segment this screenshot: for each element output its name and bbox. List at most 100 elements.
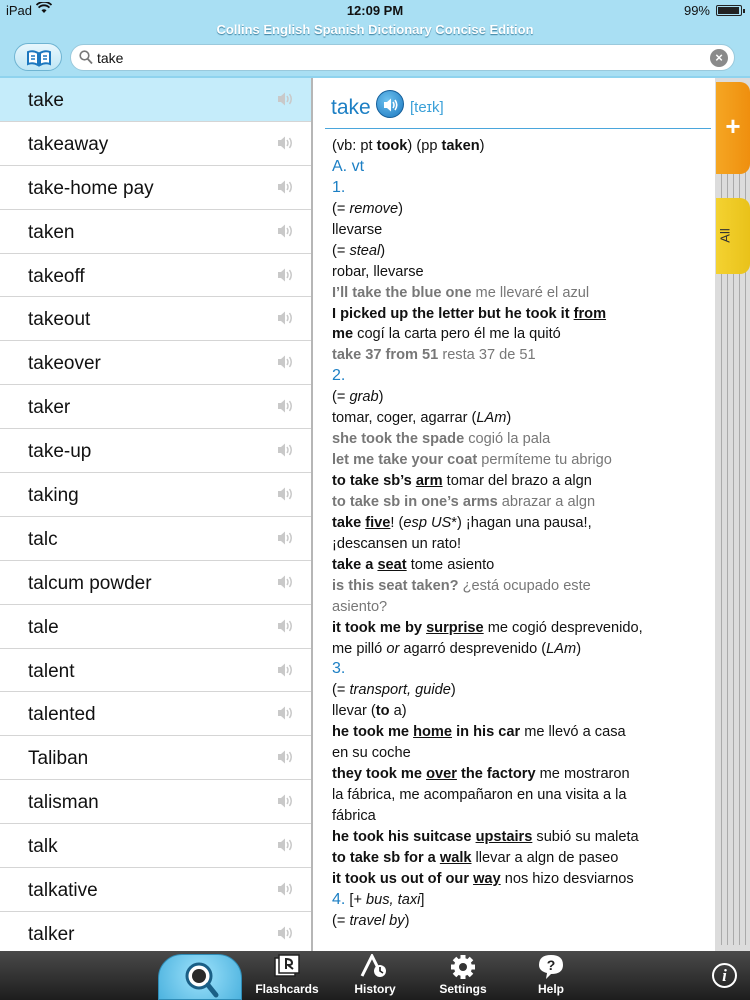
list-item-word: talent — [28, 660, 75, 682]
cross-reference-link[interactable]: upstairs — [476, 829, 533, 845]
lookup-tab[interactable] — [158, 954, 242, 1000]
cross-reference-link[interactable]: home — [413, 724, 452, 740]
list-item[interactable]: talk — [0, 824, 311, 869]
speaker-icon[interactable] — [277, 925, 295, 946]
cross-reference-link[interactable]: 4. — [332, 891, 345, 908]
tab-settings[interactable]: Settings — [418, 954, 508, 998]
speaker-icon[interactable] — [277, 398, 295, 419]
speaker-icon[interactable] — [277, 881, 295, 902]
entry-line: fábrica — [332, 806, 710, 827]
speaker-icon[interactable] — [277, 574, 295, 595]
cross-reference-link[interactable]: 1. — [332, 179, 345, 196]
list-item[interactable]: talent — [0, 649, 311, 693]
search-field[interactable]: × — [70, 44, 735, 71]
list-item[interactable]: takeaway — [0, 122, 311, 166]
example-text: cogió la pala — [464, 431, 551, 448]
cross-reference-link[interactable]: 3. — [332, 660, 345, 677]
cross-reference-link[interactable]: seat — [377, 557, 406, 573]
dictionary-icon — [27, 50, 51, 67]
list-item[interactable]: taken — [0, 210, 311, 254]
speaker-icon[interactable] — [277, 354, 295, 375]
list-item[interactable]: tale — [0, 605, 311, 649]
list-item[interactable]: Taliban — [0, 736, 311, 781]
entry-line: it took us out of our way nos hizo desvi… — [332, 869, 710, 890]
entry-text: [+ — [345, 891, 367, 908]
example-text: is this seat taken? — [332, 577, 459, 594]
tab-history[interactable]: History — [330, 954, 420, 998]
list-item[interactable]: take — [0, 78, 311, 122]
language-toggle-button[interactable] — [14, 43, 62, 71]
tab-history-label: History — [354, 982, 396, 996]
search-input[interactable] — [97, 48, 697, 68]
list-item[interactable]: takeover — [0, 341, 311, 386]
list-item[interactable]: take-up — [0, 429, 311, 474]
cross-reference-link[interactable]: 2. — [332, 367, 345, 384]
list-item[interactable]: talker — [0, 912, 311, 951]
tab-help[interactable]: ? Help — [506, 954, 596, 998]
speaker-icon[interactable] — [277, 837, 295, 858]
history-icon — [360, 954, 386, 977]
entry-line: me pilló or agarró desprevenido (LAm) — [332, 639, 710, 660]
info-button[interactable]: i — [712, 963, 737, 988]
list-item[interactable]: talcum powder — [0, 561, 311, 605]
speaker-icon[interactable] — [277, 91, 295, 112]
entry-text: (= — [332, 242, 350, 259]
cross-reference-link[interactable]: A. vt — [332, 158, 364, 175]
list-item-word: talcum powder — [28, 572, 152, 594]
list-item-word: taken — [28, 221, 75, 243]
entry-line: she took the spade cogió la pala — [332, 429, 710, 450]
speaker-icon[interactable] — [277, 530, 295, 551]
entry-text: (= — [332, 389, 350, 406]
cross-reference-link[interactable]: from — [574, 306, 606, 322]
speaker-icon[interactable] — [277, 749, 295, 770]
cross-reference-link[interactable]: surprise — [426, 620, 484, 636]
entry-line: ¡descansen un rato! — [332, 534, 710, 555]
list-item[interactable]: take-home pay — [0, 166, 311, 210]
cross-reference-link[interactable]: five — [365, 515, 390, 531]
cross-reference-link[interactable]: arm — [416, 473, 443, 489]
entry-line: it took me by surprise me cogió despreve… — [332, 618, 710, 639]
speaker-icon[interactable] — [277, 662, 295, 683]
entry-text: grab — [349, 389, 379, 406]
entry-text: me pilló — [332, 640, 387, 657]
list-item[interactable]: talkative — [0, 868, 311, 912]
list-item-word: talkative — [28, 880, 98, 902]
speaker-icon[interactable] — [277, 223, 295, 244]
entry-text: transport, guide — [349, 682, 451, 699]
list-item[interactable]: taking — [0, 473, 311, 517]
speaker-icon[interactable] — [277, 179, 295, 200]
entry-text: ) (pp — [407, 138, 442, 154]
entry-line: robar, llevarse — [332, 262, 710, 283]
list-item[interactable]: talc — [0, 517, 311, 561]
list-item[interactable]: talisman — [0, 780, 311, 825]
speaker-icon[interactable] — [277, 135, 295, 156]
speaker-icon[interactable] — [277, 310, 295, 331]
list-item[interactable]: talented — [0, 692, 311, 737]
pronunciation-speaker-button[interactable] — [376, 90, 404, 118]
tab-settings-label: Settings — [439, 982, 487, 996]
speaker-icon[interactable] — [277, 618, 295, 639]
speaker-icon[interactable] — [277, 793, 295, 814]
svg-text:?: ? — [547, 957, 556, 973]
all-tab[interactable]: All — [716, 198, 750, 274]
cross-reference-link[interactable]: over — [426, 766, 457, 782]
speaker-icon[interactable] — [277, 705, 295, 726]
speaker-icon[interactable] — [277, 486, 295, 507]
entry-text: en su coche — [332, 745, 411, 762]
example-text: to take sb in one’s arms — [332, 493, 498, 510]
cross-reference-link[interactable]: way — [473, 871, 501, 887]
speaker-icon[interactable] — [277, 442, 295, 463]
entry-text: travel by — [349, 912, 405, 929]
list-item[interactable]: takeoff — [0, 254, 311, 298]
entry-line: tomar, coger, agarrar (LAm) — [332, 408, 710, 429]
search-icon — [79, 50, 93, 65]
list-item[interactable]: takeout — [0, 297, 311, 342]
tab-flashcards[interactable]: Flashcards — [242, 954, 332, 998]
add-to-flashcards-tab[interactable]: + — [716, 82, 750, 174]
clear-search-button[interactable]: × — [710, 49, 728, 67]
entry-text: agarró desprevenido ( — [399, 640, 547, 657]
entry-text: ) — [450, 682, 456, 699]
cross-reference-link[interactable]: walk — [440, 850, 472, 866]
list-item[interactable]: taker — [0, 385, 311, 430]
speaker-icon[interactable] — [277, 267, 295, 288]
